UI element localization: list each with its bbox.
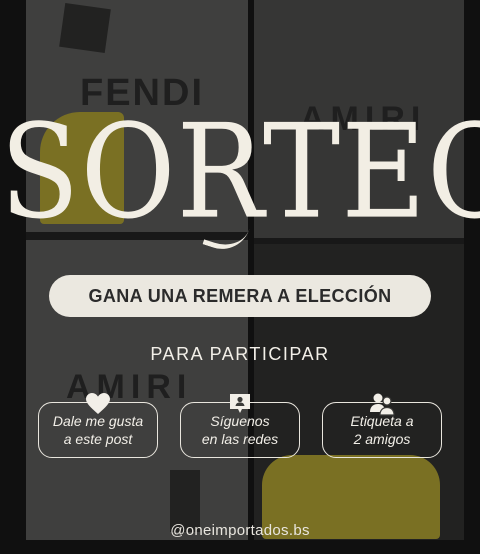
heart-icon bbox=[85, 392, 111, 416]
step-tag-line2: 2 amigos bbox=[353, 431, 411, 447]
giveaway-post: FENDI AMIRI AMIRI SORTEO GANA UNA REMERA… bbox=[0, 0, 480, 554]
prize-banner: GANA UNA REMERA A ELECCIÓN bbox=[49, 275, 431, 317]
participate-heading: PARA PARTICIPAR bbox=[150, 344, 330, 364]
chat-profile-icon bbox=[227, 392, 253, 416]
step-follow-line2: en las redes bbox=[201, 431, 279, 447]
prize-banner-text: GANA UNA REMERA A ELECCIÓN bbox=[88, 285, 392, 306]
step-like-line2: a este post bbox=[63, 431, 133, 447]
title-sorteo: SORTEO bbox=[0, 96, 480, 248]
account-handle: @oneimportados.bs bbox=[170, 522, 310, 539]
two-users-icon bbox=[369, 392, 395, 416]
